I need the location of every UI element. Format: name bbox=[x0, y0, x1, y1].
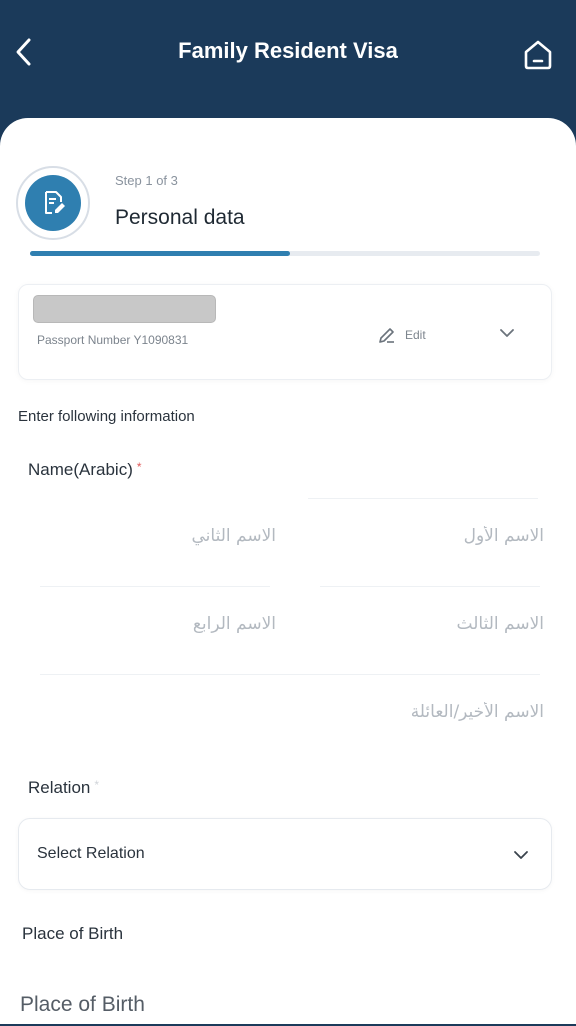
home-button[interactable] bbox=[520, 36, 556, 72]
section-instructions: Enter following information bbox=[18, 408, 195, 425]
step-indicator bbox=[16, 166, 90, 240]
step-progress-fill bbox=[30, 251, 291, 256]
relation-label: Relation * bbox=[28, 778, 100, 797]
edit-label: Edit bbox=[405, 328, 426, 342]
required-marker: * bbox=[136, 460, 142, 474]
app-header: Family Resident Visa bbox=[0, 0, 576, 130]
expand-button[interactable] bbox=[497, 323, 517, 343]
family-name-arabic-input[interactable] bbox=[30, 694, 546, 730]
fourth-name-arabic-input[interactable] bbox=[30, 606, 278, 642]
step-progress-bar bbox=[30, 251, 540, 256]
third-name-arabic-input[interactable] bbox=[300, 606, 546, 642]
page-title: Family Resident Visa bbox=[178, 38, 398, 63]
passport-number: Passport Number Y1090831 bbox=[37, 333, 189, 347]
step-counter: Step 1 of 3 bbox=[115, 173, 178, 188]
first-name-arabic-input[interactable] bbox=[300, 518, 546, 554]
form-card: Step 1 of 3 Personal data Passport Numbe… bbox=[0, 118, 576, 1026]
document-edit-icon bbox=[45, 191, 65, 214]
relation-select[interactable]: Select Relation bbox=[18, 818, 552, 890]
arabic-name-group bbox=[30, 498, 550, 750]
step-title: Personal data bbox=[115, 206, 245, 229]
relation-select-value: Select Relation bbox=[37, 845, 145, 862]
second-name-arabic-input[interactable] bbox=[30, 518, 278, 554]
place-of-birth-label: Place of Birth bbox=[22, 924, 124, 943]
required-marker: * bbox=[94, 778, 100, 792]
edit-button[interactable]: Edit bbox=[377, 325, 426, 345]
redacted-applicant-name bbox=[33, 295, 216, 323]
pencil-icon bbox=[379, 328, 394, 343]
chevron-down-icon bbox=[500, 329, 514, 337]
name-arabic-label: Name(Arabic) * bbox=[28, 460, 142, 479]
passport-summary-card: Passport Number Y1090831 Edit bbox=[18, 284, 552, 380]
place-of-birth-input[interactable] bbox=[18, 984, 542, 1026]
chevron-down-icon bbox=[514, 851, 528, 859]
home-icon bbox=[524, 40, 552, 70]
